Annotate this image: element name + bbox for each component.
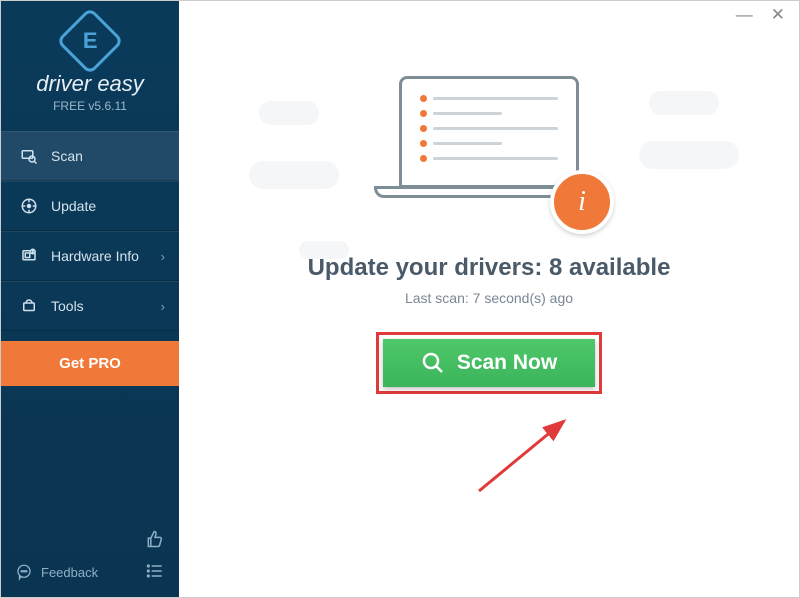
last-scan-text: Last scan: 7 second(s) ago (405, 290, 573, 306)
sidebar-item-label: Scan (51, 148, 83, 164)
sidebar-item-scan[interactable]: Scan (1, 131, 179, 181)
sidebar-item-hardware-info[interactable]: i Hardware Info › (1, 231, 179, 281)
chevron-right-icon: › (161, 249, 165, 264)
info-icon: i (550, 170, 614, 234)
annotation-highlight: Scan Now (376, 332, 602, 394)
feedback-label: Feedback (41, 565, 98, 580)
thumbs-up-icon[interactable] (145, 529, 165, 549)
tools-icon (19, 296, 39, 316)
main-content: i Update your drivers: 8 available Last … (179, 1, 799, 597)
annotation-arrow (469, 411, 589, 511)
scan-now-button[interactable]: Scan Now (383, 339, 595, 387)
scan-now-label: Scan Now (457, 351, 557, 375)
scan-icon (19, 146, 39, 166)
get-pro-button[interactable]: Get PRO (1, 341, 179, 386)
headline: Update your drivers: 8 available (308, 254, 671, 282)
sidebar: driver easy FREE v5.6.11 Scan U (1, 1, 179, 597)
get-pro-label: Get PRO (59, 355, 121, 372)
sidebar-item-update[interactable]: Update (1, 181, 179, 231)
close-button[interactable]: ✕ (771, 5, 785, 25)
update-icon (19, 196, 39, 216)
laptop-illustration: i (359, 76, 619, 226)
feedback-button[interactable]: Feedback (15, 563, 98, 581)
minimize-button[interactable]: — (736, 5, 753, 25)
search-icon (421, 351, 445, 375)
nav: Scan Update i Hardware Inf (1, 131, 179, 386)
chat-icon (15, 563, 33, 581)
app-logo-icon (56, 7, 124, 75)
sidebar-item-tools[interactable]: Tools › (1, 281, 179, 331)
hardware-icon: i (19, 246, 39, 266)
chevron-right-icon: › (161, 299, 165, 314)
sidebar-item-label: Tools (51, 298, 84, 314)
list-icon[interactable] (145, 561, 165, 581)
sidebar-item-label: Hardware Info (51, 248, 139, 264)
app-name: driver easy (1, 71, 179, 97)
available-count: 8 (549, 254, 562, 281)
app-version: FREE v5.6.11 (1, 99, 179, 113)
sidebar-item-label: Update (51, 198, 96, 214)
app-logo-area: driver easy FREE v5.6.11 (1, 1, 179, 125)
